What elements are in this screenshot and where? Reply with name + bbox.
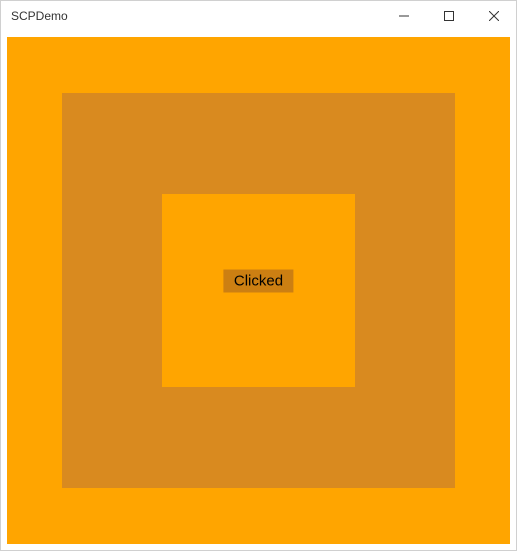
clicked-button[interactable]: Clicked	[224, 269, 293, 292]
inner-panel: Clicked	[162, 194, 354, 388]
window-title: SCPDemo	[11, 9, 68, 23]
minimize-icon	[399, 11, 409, 21]
close-icon	[489, 11, 499, 21]
app-window: SCPDemo Clicked	[0, 0, 517, 551]
maximize-button[interactable]	[426, 1, 471, 31]
window-controls	[381, 1, 516, 31]
title-bar: SCPDemo	[1, 1, 516, 31]
outer-panel: Clicked	[7, 37, 510, 544]
middle-panel: Clicked	[62, 93, 454, 488]
close-button[interactable]	[471, 1, 516, 31]
maximize-icon	[444, 11, 454, 21]
minimize-button[interactable]	[381, 1, 426, 31]
client-area: Clicked	[1, 31, 516, 550]
